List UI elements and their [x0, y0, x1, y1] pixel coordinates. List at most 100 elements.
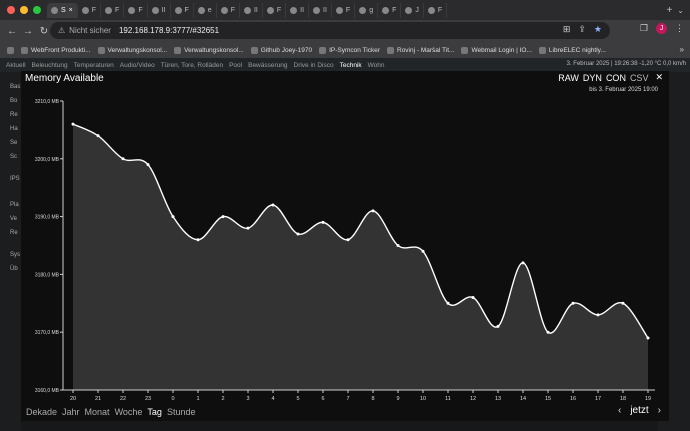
bookmark-favicon-icon — [319, 46, 327, 54]
share-icon[interactable]: ⇪ — [578, 24, 586, 35]
bookmark-item[interactable]: Webmail Login | IO... — [461, 46, 532, 54]
bookmark-favicon-icon — [538, 46, 546, 54]
address-bar[interactable]: ⚠ Nicht sicher 192.168.178.9:3777/#32651… — [50, 22, 610, 39]
browser-tab[interactable]: g — [355, 2, 379, 18]
tab-search-icon[interactable]: ⌄ — [677, 6, 684, 15]
mode-toggle-con[interactable]: CON — [606, 73, 626, 83]
profile-avatar[interactable]: J — [656, 23, 667, 34]
chart-dialog: 3160,0 MB 3170,0 MB 3180,0 MB 3190,0 MB 3200… — [21, 71, 669, 421]
bookmark-label: Verwaltungskonsol... — [184, 46, 244, 54]
browser-tab[interactable]: F — [101, 2, 125, 18]
mode-toggle-raw[interactable]: RAW — [558, 73, 579, 83]
tab-label: F — [184, 6, 189, 14]
bookmark-favicon-icon — [461, 46, 469, 54]
browser-tab[interactable]: II — [309, 2, 332, 18]
data-point — [521, 261, 525, 265]
bookmarks-grid-icon[interactable] — [7, 46, 14, 54]
period-dekade[interactable]: Dekade — [26, 407, 57, 417]
mode-toggle-csv[interactable]: CSV — [630, 73, 649, 83]
app-nav-item[interactable]: Audio/Video — [120, 62, 155, 69]
data-point — [196, 238, 200, 242]
browser-tab[interactable]: F — [332, 2, 356, 18]
maximize-window-button[interactable] — [33, 6, 41, 14]
bookmark-item[interactable]: LibreELEC nightly... — [538, 46, 606, 54]
browser-tab[interactable]: F — [171, 2, 194, 18]
y-tick-label: 3210,0 MB — [35, 99, 60, 105]
next-period-button[interactable]: › — [658, 405, 661, 416]
bookmark-item[interactable]: Verwaltungskonsol... — [97, 46, 167, 54]
data-point — [296, 232, 300, 236]
mode-toggle-dyn[interactable]: DYN — [583, 73, 602, 83]
browser-tab[interactable]: II — [240, 2, 263, 18]
browser-tab[interactable]: II — [148, 2, 171, 18]
app-nav-item[interactable]: Bewässerung — [248, 62, 287, 69]
x-tick-label: 16 — [570, 396, 576, 402]
app-nav-item[interactable]: Wohn — [368, 62, 385, 69]
browser-tab[interactable]: F — [263, 2, 287, 18]
x-tick-label: 1 — [196, 396, 199, 402]
browser-tab[interactable]: F — [424, 2, 448, 18]
bookmark-item[interactable]: Verwaltungskonsol... — [174, 46, 244, 54]
app-nav-item[interactable]: Temperaturen — [74, 62, 114, 69]
bookmark-item[interactable]: Rovinj - Maršal Tit... — [387, 46, 454, 54]
forward-button[interactable]: → — [20, 26, 36, 37]
period-monat[interactable]: Monat — [85, 407, 110, 417]
bookmark-item[interactable]: WebFront Produkti... — [21, 46, 91, 54]
close-window-button[interactable] — [7, 6, 15, 14]
app-nav-item[interactable]: Aktuell — [6, 62, 26, 69]
data-point — [346, 238, 350, 242]
tab-label: e — [207, 6, 212, 14]
browser-tab[interactable]: F — [78, 2, 102, 18]
browser-tab[interactable]: F — [378, 2, 402, 18]
app-nav-item[interactable]: Technik — [340, 62, 362, 69]
previous-period-button[interactable]: ‹ — [618, 405, 621, 416]
bookmark-label: Webmail Login | IO... — [471, 46, 532, 54]
app-nav-item[interactable]: Beleuchtung — [32, 62, 68, 69]
app-navigation: Aktuell Beleuchtung Temperaturen Audio/Vide… — [0, 58, 690, 72]
tab-label: J — [415, 6, 419, 14]
period-stunde[interactable]: Stunde — [167, 407, 196, 417]
tab-favicon-icon — [51, 6, 58, 14]
browser-tab[interactable]: F — [217, 2, 240, 18]
bookmark-favicon-icon — [174, 46, 182, 54]
browser-tab[interactable]: S × — [47, 2, 78, 18]
data-point — [96, 134, 100, 138]
x-tick-label: 12 — [470, 396, 476, 402]
browser-tab[interactable]: II — [286, 2, 310, 18]
browser-toolbar: ← → ↻ ⚠ Nicht sicher 192.168.178.9:3777/… — [0, 20, 690, 42]
bookmark-item[interactable]: Github Joey-1970 — [250, 46, 312, 54]
warning-icon: ⚠ — [58, 26, 66, 35]
tab-favicon-icon — [197, 6, 205, 14]
left-panel-label: Pla — [10, 202, 19, 208]
new-tab-button[interactable]: + — [661, 5, 677, 16]
tab-favicon-icon — [220, 6, 228, 14]
extensions-icon[interactable]: ❐ — [640, 23, 648, 34]
minimize-window-button[interactable] — [20, 6, 28, 14]
bookmark-star-icon[interactable]: ★ — [594, 24, 602, 35]
bookmark-label: LibreELEC nightly... — [548, 46, 606, 54]
bookmark-item[interactable]: IP-Symcon Ticker — [319, 46, 380, 54]
menu-icon[interactable]: ⋮ — [675, 23, 684, 34]
browser-tab[interactable]: F — [124, 2, 148, 18]
tab-label: g — [369, 6, 374, 14]
tab-label: F — [392, 6, 397, 14]
tab-favicon-icon — [405, 6, 413, 14]
app-nav-item[interactable]: Drive in Disco — [294, 62, 334, 69]
left-panel-label: Re — [10, 230, 18, 236]
all-bookmarks-button[interactable]: » — [680, 45, 684, 54]
now-button[interactable]: jetzt — [630, 405, 648, 416]
period-jahr[interactable]: Jahr — [62, 407, 80, 417]
browser-tab[interactable]: e — [194, 2, 217, 18]
app-nav-item[interactable]: Türen, Tore, Rolläden — [161, 62, 223, 69]
data-point — [396, 244, 400, 247]
x-tick-label: 3 — [246, 396, 249, 402]
period-tag[interactable]: Tag — [147, 407, 162, 417]
close-dialog-button[interactable]: ✕ — [655, 72, 663, 83]
app-nav-item[interactable]: Pool — [229, 62, 242, 69]
period-woche[interactable]: Woche — [115, 407, 143, 417]
back-button[interactable]: ← — [4, 26, 20, 37]
browser-tab[interactable]: J — [401, 2, 424, 18]
tab-close-icon[interactable]: × — [69, 7, 73, 14]
translate-icon[interactable]: ⊞ — [563, 24, 571, 35]
tab-favicon-icon — [382, 6, 390, 14]
